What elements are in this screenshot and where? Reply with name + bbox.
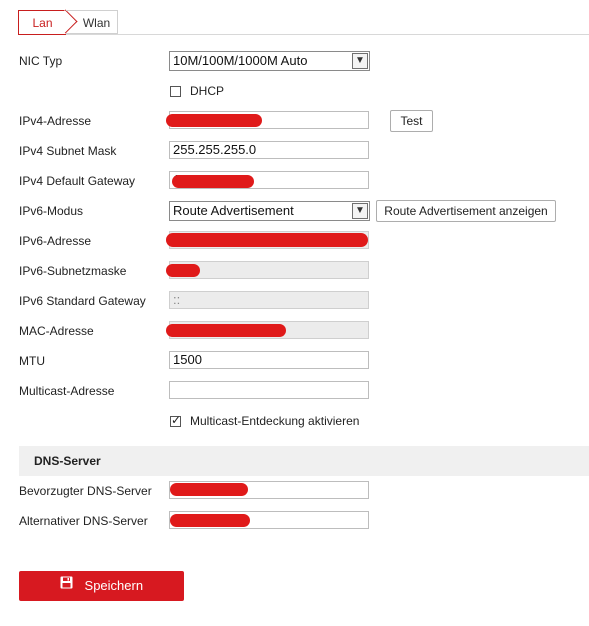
ipv6-gateway-value: :: <box>173 292 181 307</box>
nic-type-label: NIC Typ <box>19 54 63 68</box>
dns-section-title: DNS-Server <box>34 454 101 468</box>
ipv4-gateway-label: IPv4 Default Gateway <box>19 174 136 188</box>
redaction-mark <box>170 514 250 527</box>
multicast-discovery-label: Multicast-Entdeckung aktivieren <box>190 414 360 428</box>
mtu-input[interactable]: 1500 <box>169 351 369 369</box>
save-button-label: Speichern <box>84 578 144 593</box>
chevron-down-icon[interactable]: ▼ <box>352 53 368 69</box>
tab-wlan-label: Wlan <box>82 16 111 30</box>
dhcp-checkbox[interactable] <box>170 86 181 97</box>
nic-type-value: 10M/100M/1000M Auto <box>173 53 308 68</box>
tab-lan-label: Lan <box>32 16 53 30</box>
alternate-dns-label: Alternativer DNS-Server <box>19 514 148 528</box>
redaction-mark <box>170 483 248 496</box>
mtu-label: MTU <box>19 354 45 368</box>
ipv6-mode-label: IPv6-Modus <box>19 204 84 218</box>
ipv6-mode-select[interactable]: Route Advertisement ▼ <box>169 201 370 221</box>
multicast-discovery-checkbox[interactable]: ✓ <box>170 413 182 427</box>
ipv6-subnet-label: IPv6-Subnetzmaske <box>19 264 127 278</box>
redaction-mark <box>172 175 254 188</box>
mac-address-label: MAC-Adresse <box>19 324 94 338</box>
multicast-address-label: Multicast-Adresse <box>19 384 115 398</box>
multicast-address-input[interactable] <box>169 381 369 399</box>
test-button[interactable]: Test <box>390 110 433 132</box>
redaction-mark <box>166 233 368 247</box>
ipv6-gateway-input: :: <box>169 291 369 309</box>
dhcp-label: DHCP <box>190 84 225 98</box>
tab-wlan[interactable]: Wlan <box>66 10 118 34</box>
redaction-mark <box>166 114 262 127</box>
floppy-disk-icon <box>60 570 73 600</box>
ipv6-address-label: IPv6-Adresse <box>19 234 92 248</box>
tab-lan[interactable]: Lan <box>18 9 78 35</box>
tab-bar: Lan Wlan <box>18 9 589 35</box>
ipv4-subnet-input[interactable]: 255.255.255.0 <box>169 141 369 159</box>
ipv6-gateway-label: IPv6 Standard Gateway <box>19 294 146 308</box>
mtu-value: 1500 <box>173 352 202 367</box>
save-button[interactable]: Speichern <box>19 571 184 601</box>
redaction-mark <box>166 264 200 277</box>
ipv4-subnet-label: IPv4 Subnet Mask <box>19 144 117 158</box>
show-route-advertisement-button[interactable]: Route Advertisement anzeigen <box>376 200 556 222</box>
ipv4-subnet-value: 255.255.255.0 <box>173 142 257 157</box>
chevron-down-icon[interactable]: ▼ <box>352 203 368 219</box>
ipv4-address-label: IPv4-Adresse <box>19 114 92 128</box>
ipv6-mode-value: Route Advertisement <box>173 203 294 218</box>
checkmark-icon: ✓ <box>171 413 182 427</box>
nic-type-select[interactable]: 10M/100M/1000M Auto ▼ <box>169 51 370 71</box>
dns-section-header: DNS-Server <box>19 446 589 476</box>
preferred-dns-label: Bevorzugter DNS-Server <box>19 484 152 498</box>
redaction-mark <box>166 324 286 337</box>
